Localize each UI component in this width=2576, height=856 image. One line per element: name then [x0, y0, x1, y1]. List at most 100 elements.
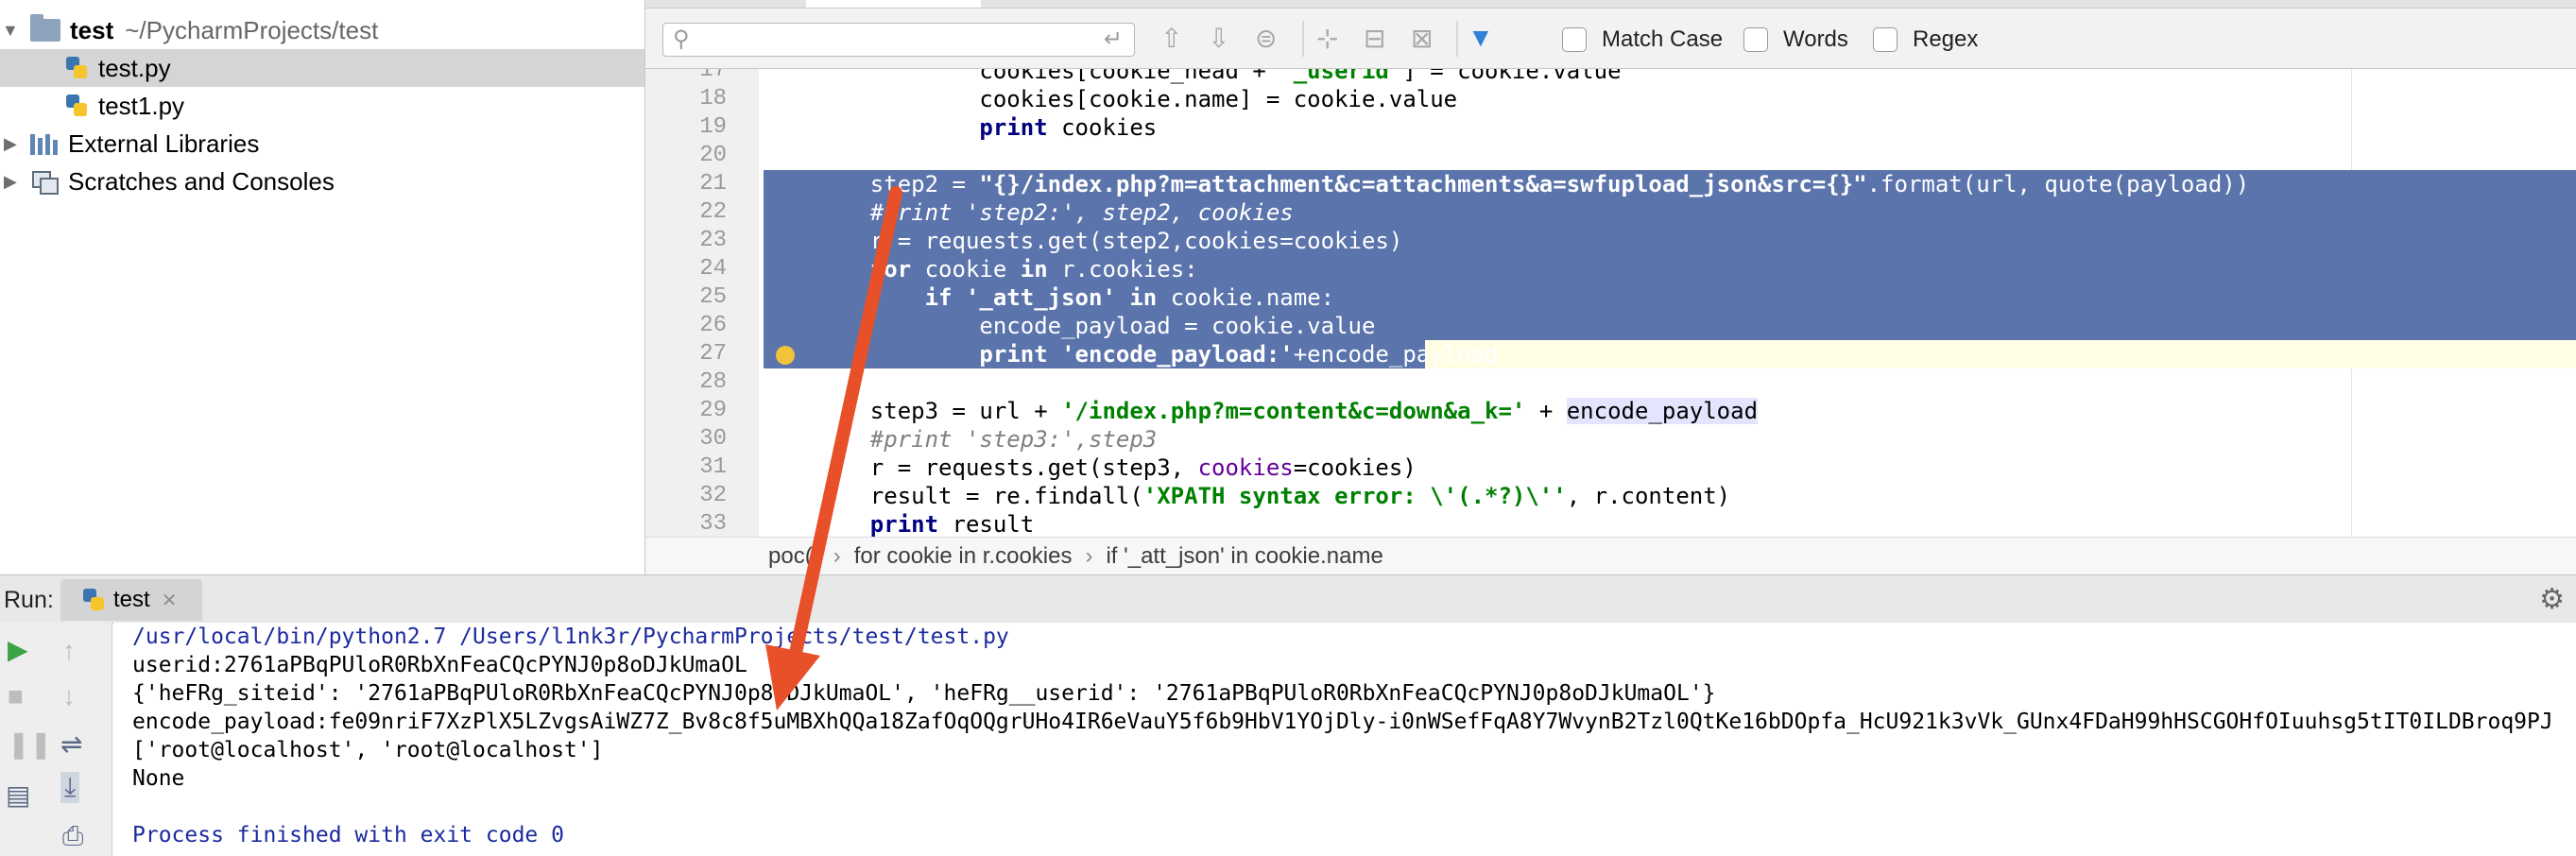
code-line: cookies[cookie_head + '_userid'] = cooki… — [816, 69, 1622, 84]
stop-icon[interactable]: ■ — [8, 681, 24, 711]
remove-occurrence-icon[interactable]: ⊟ — [1364, 23, 1385, 54]
code-line: if '_att_json' in cookie.name: — [924, 284, 1335, 311]
regex-label: Regex — [1913, 26, 1979, 52]
code-line: print 'encode_payload:'+encode_payload — [979, 341, 1499, 368]
tree-item-test1-py[interactable]: test1.py — [0, 87, 644, 125]
previous-occurrence-icon[interactable]: ⇧ — [1160, 23, 1182, 54]
code-editor[interactable]: 17 18 19 20 21 22 23 24 25 26 27 28 29 30 31 32 33 cooki… — [645, 69, 2576, 537]
find-all-icon[interactable]: ⊜ — [1255, 23, 1277, 54]
scroll-to-end-icon[interactable]: ⤓ — [60, 772, 80, 803]
project-tool-window: ▼ test ~/PycharmProjects/test test.py te… — [0, 0, 645, 574]
code-line: print result — [869, 511, 1035, 537]
tree-item-test-py[interactable]: test.py — [0, 49, 644, 87]
words-label: Words — [1783, 26, 1848, 52]
breadcrumb-item[interactable]: for cookie in r.cookies — [854, 543, 1073, 570]
line-number: 25 — [699, 284, 727, 310]
soft-wrap-icon[interactable]: ⇌ — [60, 728, 82, 760]
up-icon[interactable]: ↑ — [62, 636, 76, 666]
line-number: 30 — [699, 426, 727, 452]
scratches-icon — [30, 169, 59, 195]
run-tab-label: test — [113, 587, 150, 612]
scratches-label: Scratches and Consoles — [68, 166, 335, 196]
tree-item-scratches[interactable]: ▶ Scratches and Consoles — [0, 163, 644, 200]
console-line: /usr/local/bin/python2.7 /Users/l1nk3r/P… — [132, 625, 1009, 649]
file-name: test1.py — [98, 91, 185, 120]
code-line: result = re.findall('XPATH syntax error:… — [816, 483, 1731, 509]
rerun-icon[interactable]: ▶ — [8, 634, 28, 665]
code-line: print cookies — [979, 114, 1158, 141]
chevron-right-icon[interactable]: ▶ — [4, 172, 17, 192]
code-line: r = requests.get(step2,cookies=cookies) — [816, 228, 1403, 254]
line-number: 19 — [699, 114, 727, 140]
line-number: 32 — [699, 483, 727, 508]
breadcrumb-item[interactable]: poc() — [768, 543, 820, 570]
lightbulb-icon[interactable] — [776, 346, 795, 365]
regex-checkbox[interactable] — [1873, 27, 1898, 52]
console-line: None — [132, 766, 185, 791]
regex-option[interactable]: Regex — [1873, 26, 1978, 53]
active-tab[interactable] — [806, 0, 981, 8]
line-number: 33 — [699, 511, 727, 537]
file-name: test.py — [98, 53, 171, 82]
select-all-occurrences-icon[interactable]: ⊠ — [1411, 23, 1433, 54]
layout-icon[interactable]: ▤ — [6, 779, 30, 811]
pause-icon[interactable]: ❚❚ — [8, 728, 52, 760]
root-name: test — [70, 15, 114, 44]
python-file-icon — [64, 55, 89, 81]
tree-item-external-libraries[interactable]: ▶ External Libraries — [0, 125, 644, 163]
ext-libs-label: External Libraries — [68, 128, 260, 158]
match-case-label: Match Case — [1602, 26, 1724, 52]
line-number: 23 — [699, 228, 727, 253]
close-icon[interactable]: ✕ — [162, 589, 178, 612]
search-field[interactable]: ⚲ ↵ — [662, 23, 1135, 57]
code-line: encode_payload = cookie.value — [816, 313, 1376, 339]
print-icon[interactable]: ⎙ — [62, 821, 83, 852]
match-case-checkbox[interactable] — [1562, 27, 1587, 52]
enter-icon[interactable]: ↵ — [1104, 26, 1123, 53]
code-line: step2 = "{}/index.php?m=attachment&c=att… — [816, 171, 2250, 197]
match-case-option[interactable]: Match Case — [1562, 26, 1723, 53]
search-input[interactable] — [709, 26, 1072, 55]
code-line: step3 = url + '/index.php?m=content&c=do… — [816, 398, 1759, 424]
add-occurrence-icon[interactable]: ⊹ — [1316, 23, 1338, 54]
next-occurrence-icon[interactable]: ⇩ — [1208, 23, 1229, 54]
console-line: ['root@localhost', 'root@localhost'] — [132, 738, 604, 762]
breadcrumb-separator: › — [833, 543, 841, 569]
run-toolbar: ▶ ↑ ■ ↓ ❚❚ ⇌ ▤ ⤓ ⎙ — [0, 623, 112, 856]
line-number: 22 — [699, 199, 727, 225]
run-tool-header: Run: test ✕ ⚙ — [0, 574, 2576, 624]
line-number: 18 — [699, 86, 727, 111]
line-number: 28 — [699, 369, 727, 395]
code-line: #print 'step3:',step3 — [816, 426, 1158, 453]
console-line: {'heFRg_siteid': '2761aPBqPUloR0RbXnFeaC… — [132, 681, 1716, 706]
tree-root[interactable]: ▼ test ~/PycharmProjects/test — [0, 11, 644, 49]
search-icon[interactable]: ⚲ — [673, 26, 690, 53]
python-file-icon — [64, 93, 89, 119]
console-line: encode_payload:fe09nriF7XzPlX5LZvgsAiWZ7… — [132, 710, 2553, 734]
breadcrumb: poc() › for cookie in r.cookies › if '_a… — [645, 537, 2576, 575]
breadcrumb-separator: › — [1085, 543, 1093, 569]
breadcrumb-item[interactable]: if '_att_json' in cookie.name — [1106, 543, 1382, 570]
chevron-down-icon[interactable]: ▼ — [2, 21, 19, 41]
root-path: ~/PycharmProjects/test — [125, 15, 379, 44]
run-tab[interactable]: test ✕ — [60, 579, 202, 621]
line-number: 24 — [699, 256, 727, 282]
find-bar: ⚲ ↵ ⇧ ⇩ ⊜ ⊹ ⊟ ⊠ ▼ Match Case Words Regex — [645, 0, 2576, 69]
code-line: for cookie in r.cookies: — [869, 256, 1198, 282]
separator — [1456, 21, 1458, 57]
console-line: Process finished with exit code 0 — [132, 823, 564, 847]
console-output[interactable]: /usr/local/bin/python2.7 /Users/l1nk3r/P… — [113, 623, 2576, 856]
line-number: 29 — [699, 398, 727, 423]
folder-icon — [30, 14, 60, 42]
line-number: 26 — [699, 313, 727, 338]
filter-icon[interactable]: ▼ — [1468, 23, 1494, 53]
chevron-right-icon[interactable]: ▶ — [4, 134, 17, 154]
line-number: 17 — [699, 69, 727, 83]
down-icon[interactable]: ↓ — [62, 681, 76, 711]
words-checkbox[interactable] — [1743, 27, 1768, 52]
editor-tabs — [645, 0, 2576, 9]
python-file-icon — [81, 587, 106, 613]
gear-icon[interactable]: ⚙ — [2539, 583, 2565, 616]
words-option[interactable]: Words — [1743, 26, 1848, 53]
line-number: 21 — [699, 171, 727, 197]
